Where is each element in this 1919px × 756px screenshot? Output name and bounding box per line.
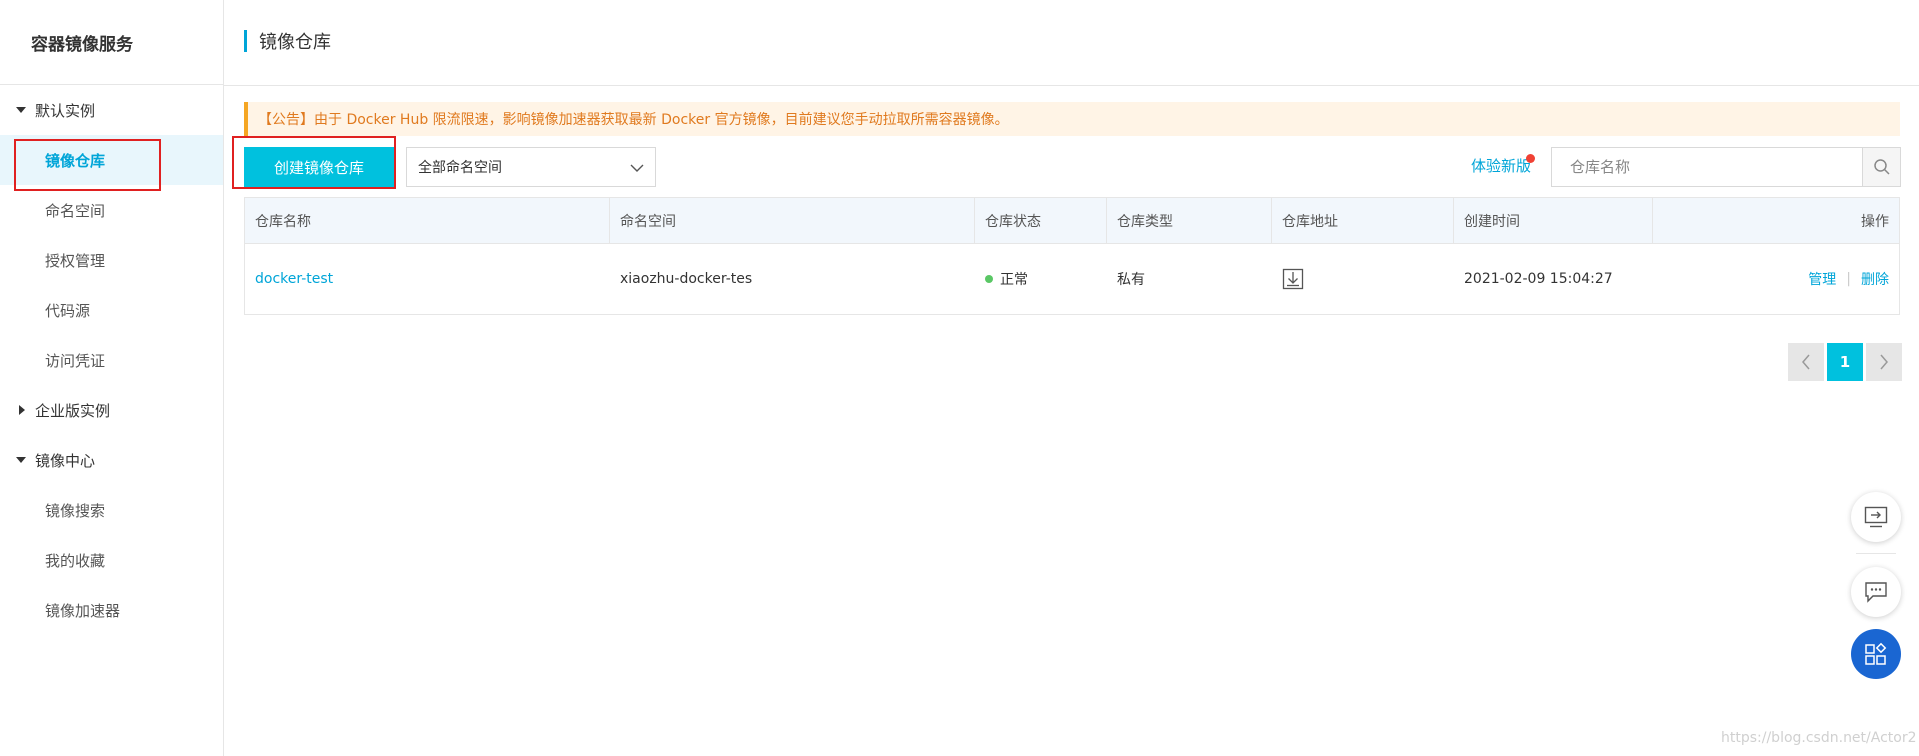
nav-group-label: 默认实例: [35, 101, 96, 120]
sidebar-item-authorization[interactable]: 授权管理: [0, 235, 223, 285]
sidebar-item-code-source[interactable]: 代码源: [0, 285, 223, 335]
floating-exit-button[interactable]: [1851, 492, 1901, 542]
col-header-status: 仓库状态: [975, 198, 1107, 244]
product-title: 容器镜像服务: [0, 0, 223, 85]
search-button[interactable]: [1862, 148, 1900, 186]
col-header-namespace: 命名空间: [610, 198, 975, 244]
namespace-select[interactable]: 全部命名空间: [406, 147, 656, 187]
search-icon: [1873, 159, 1890, 175]
table-header: 仓库名称 命名空间 仓库状态 仓库类型 仓库地址 创建时间 操作: [245, 198, 1899, 244]
floating-divider: [1856, 553, 1896, 554]
nav-group-enterprise-instance[interactable]: 企业版实例: [0, 385, 223, 435]
page-header: 镜像仓库: [224, 0, 1919, 86]
download-address-icon[interactable]: [1282, 268, 1304, 290]
repository-name-link[interactable]: docker-test: [255, 271, 333, 287]
col-header-type: 仓库类型: [1107, 198, 1272, 244]
header-accent-bar: [244, 30, 247, 52]
manage-link[interactable]: 管理: [1808, 269, 1836, 289]
namespace-select-value: 全部命名空间: [418, 160, 502, 176]
sidebar: 容器镜像服务 默认实例 镜像仓库 命名空间 授权管理 代码源 访问凭证 企业版实…: [0, 0, 224, 756]
cell-actions: 管理 | 删除: [1653, 244, 1899, 314]
sidebar-item-credentials[interactable]: 访问凭证: [0, 335, 223, 385]
apps-grid-icon: [1865, 642, 1887, 665]
new-badge-dot: [1526, 154, 1535, 163]
pagination-prev-button[interactable]: [1788, 343, 1824, 381]
sidebar-item-favorites[interactable]: 我的收藏: [0, 535, 223, 585]
cell-address: [1272, 244, 1454, 314]
action-separator: |: [1846, 271, 1851, 287]
floating-apps-button[interactable]: [1851, 629, 1901, 679]
col-header-name: 仓库名称: [245, 198, 610, 244]
cell-type: 私有: [1117, 272, 1145, 288]
chevron-down-icon: [630, 164, 644, 172]
try-new-version-link[interactable]: 体验新版: [1471, 155, 1531, 176]
repository-table: 仓库名称 命名空间 仓库状态 仓库类型 仓库地址 创建时间 操作 docker-…: [244, 197, 1900, 315]
sidebar-item-namespaces[interactable]: 命名空间: [0, 185, 223, 235]
table-row: docker-test xiaozhu-docker-tes 正常 私有 202…: [245, 244, 1899, 314]
caret-right-icon: [19, 405, 25, 415]
announcement-banner: 【公告】由于 Docker Hub 限流限速，影响镜像加速器获取最新 Docke…: [244, 102, 1900, 136]
chevron-right-icon: [1880, 354, 1888, 370]
cell-created-time: 2021-02-09 15:04:27: [1464, 271, 1613, 287]
search-box: [1551, 147, 1901, 187]
delete-link[interactable]: 删除: [1861, 269, 1889, 289]
floating-chat-button[interactable]: [1851, 567, 1901, 617]
col-header-address: 仓库地址: [1272, 198, 1454, 244]
caret-down-icon: [16, 107, 26, 113]
pagination-next-button[interactable]: [1866, 343, 1902, 381]
screen-exit-icon: [1864, 506, 1888, 528]
highlight-box-create: [232, 136, 396, 189]
cell-namespace: xiaozhu-docker-tes: [620, 271, 753, 287]
status-ok-dot: [985, 275, 993, 283]
col-header-actions: 操作: [1861, 214, 1889, 230]
status-text: 正常: [1000, 272, 1028, 288]
caret-down-icon: [16, 457, 26, 463]
nav-group-label: 企业版实例: [35, 401, 111, 420]
nav-group-label: 镜像中心: [35, 451, 96, 470]
page-title: 镜像仓库: [259, 32, 331, 53]
chat-icon: [1865, 582, 1887, 603]
sidebar-item-accelerator[interactable]: 镜像加速器: [0, 585, 223, 635]
chevron-left-icon: [1802, 354, 1810, 370]
cell-status: 正常: [975, 244, 1107, 314]
sidebar-item-image-search[interactable]: 镜像搜索: [0, 485, 223, 535]
col-header-created: 创建时间: [1454, 198, 1653, 244]
pagination-page-current[interactable]: 1: [1827, 343, 1863, 381]
nav-group-default-instance[interactable]: 默认实例: [0, 85, 223, 135]
watermark-text: https://blog.csdn.net/Actor2: [1721, 730, 1917, 746]
highlight-box-sidebar: [14, 139, 161, 191]
repository-search-input[interactable]: [1552, 148, 1862, 186]
nav-group-image-center[interactable]: 镜像中心: [0, 435, 223, 485]
